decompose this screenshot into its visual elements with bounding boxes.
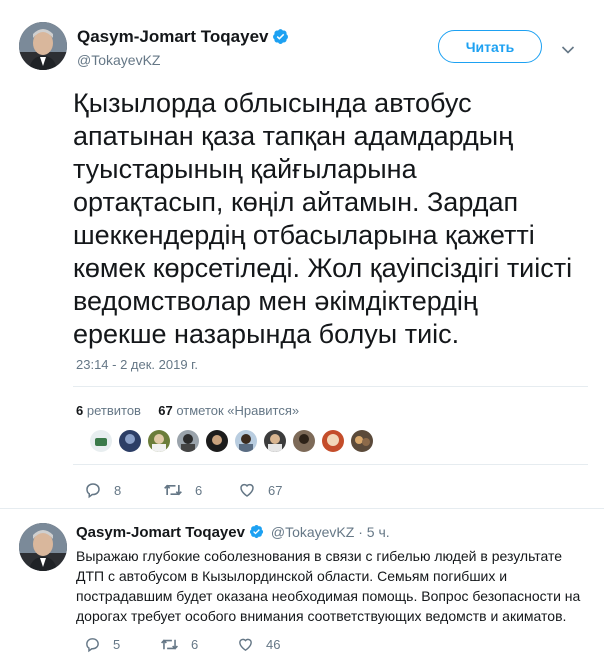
reply-text: Выражаю глубокие соболезнования в связи … [76, 548, 581, 624]
reply-count: 5 [113, 637, 121, 652]
retweet-icon [161, 639, 178, 650]
liker-avatar[interactable] [322, 430, 344, 452]
author-name[interactable]: Qasym-Jomart Toqayev [77, 27, 268, 46]
retweet-count: 6 [195, 482, 203, 498]
like-icon [239, 638, 252, 652]
divider [0, 508, 604, 509]
liker-avatar[interactable] [177, 430, 199, 452]
liker-avatar[interactable] [293, 430, 315, 452]
like-button[interactable]: 67 [238, 481, 282, 499]
liker-avatar[interactable] [264, 430, 286, 452]
reply-author-avatar[interactable] [19, 523, 67, 571]
separator: · [358, 524, 363, 540]
liker-avatar[interactable] [119, 430, 141, 452]
reply-icon [86, 638, 99, 653]
engagement-stats: 6 ретвитов 67 отметок «Нравится» [76, 403, 299, 418]
reply-icon [86, 483, 100, 499]
liker-avatar[interactable] [90, 430, 112, 452]
chevron-down-icon[interactable] [561, 42, 575, 60]
likes-label: отметок «Нравится» [176, 403, 300, 418]
retweets-label: ретвитов [86, 403, 141, 418]
reply-count: 8 [114, 482, 122, 498]
reply-button[interactable]: 8 [84, 481, 121, 499]
retweet-count: 6 [191, 637, 199, 652]
retweets-stat[interactable]: 6 ретвитов [76, 403, 141, 418]
liker-avatar[interactable] [206, 430, 228, 452]
like-icon [240, 483, 254, 497]
likes-count: 67 [158, 403, 173, 418]
retweet-button[interactable]: 6 [163, 481, 202, 499]
like-count: 67 [268, 482, 283, 498]
liker-avatar[interactable] [351, 430, 373, 452]
retweets-count: 6 [76, 403, 84, 418]
tweet-text: Қызылорда облысында автобус апатынан қаз… [73, 88, 573, 349]
divider [73, 386, 588, 387]
reply-author-handle[interactable]: @TokayevKZ [271, 524, 354, 540]
liker-avatar[interactable] [148, 430, 170, 452]
likers-avatars [90, 430, 373, 452]
like-button[interactable]: 46 [237, 636, 280, 653]
like-count: 46 [266, 637, 281, 652]
liker-avatar[interactable] [235, 430, 257, 452]
follow-button[interactable]: Читать [438, 30, 542, 63]
verified-badge-icon [249, 524, 264, 539]
reply-author-name[interactable]: Qasym-Jomart Toqayev [76, 524, 245, 541]
divider [73, 464, 588, 465]
reply-button[interactable]: 5 [84, 636, 120, 653]
author-name-row[interactable]: Qasym-Jomart Toqayev [77, 27, 289, 47]
tweet-timestamp[interactable]: 23:14 - 2 дек. 2019 г. [76, 357, 198, 372]
author-handle[interactable]: @TokayevKZ [77, 52, 160, 68]
retweet-icon [164, 484, 182, 496]
reply-header: Qasym-Jomart Toqayev @TokayevKZ · 5 ч. [76, 524, 390, 541]
author-avatar[interactable] [19, 22, 67, 70]
verified-badge-icon [272, 28, 289, 45]
retweet-button[interactable]: 6 [160, 636, 198, 653]
likes-stat[interactable]: 67 отметок «Нравится» [158, 403, 299, 418]
reply-time[interactable]: 5 ч. [367, 524, 390, 540]
